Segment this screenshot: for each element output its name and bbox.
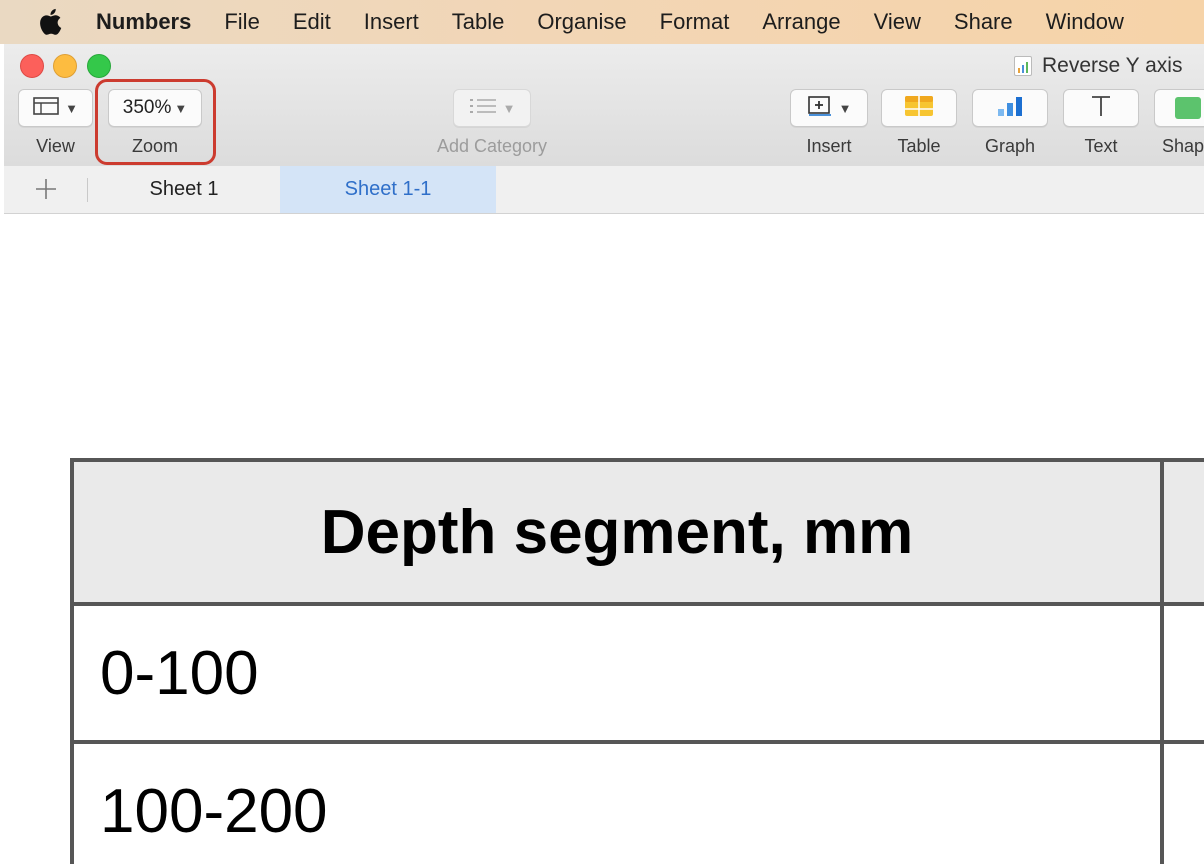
- sheet-tab-bar: Sheet 1 Sheet 1-1: [4, 166, 1204, 214]
- graph-label: Graph: [984, 136, 1036, 156]
- menu-app-numbers[interactable]: Numbers: [96, 9, 191, 35]
- menu-share[interactable]: Share: [954, 9, 1013, 35]
- fullscreen-window-button[interactable]: [87, 54, 111, 78]
- table-row: 0-100: [70, 602, 1204, 744]
- menu-insert[interactable]: Insert: [364, 9, 419, 35]
- data-table: Depth segment, mm 0-100 100-200: [70, 458, 1204, 864]
- menu-format[interactable]: Format: [660, 9, 730, 35]
- window-toolbar: Reverse Y axis ▼ View 350% ▼ Zoom ▼ Add …: [4, 44, 1204, 167]
- sheet-canvas: Depth segment, mm 0-100 100-200: [0, 214, 1204, 864]
- text-label: Text: [1084, 136, 1118, 156]
- add-sheet-plus-icon[interactable]: [33, 176, 59, 202]
- table-row: 100-200: [70, 740, 1204, 864]
- bar-chart-icon: [995, 95, 1025, 122]
- table-header-cell-empty[interactable]: [1160, 458, 1204, 606]
- table-label: Table: [897, 136, 941, 156]
- text-button[interactable]: [1063, 89, 1139, 127]
- zoom-value: 350%: [122, 97, 172, 118]
- table-cell[interactable]: 0-100: [70, 602, 1164, 744]
- menu-edit[interactable]: Edit: [293, 9, 331, 35]
- numbers-document-icon: [1014, 56, 1032, 76]
- graph-button[interactable]: [972, 89, 1048, 127]
- chevron-down-icon: ▼: [838, 100, 852, 116]
- shape-button[interactable]: [1154, 89, 1204, 127]
- category-list-icon: [469, 96, 497, 121]
- tab-divider: [87, 178, 88, 202]
- shape-label: Shape: [1162, 136, 1204, 156]
- document-title-text: Reverse Y axis: [1042, 54, 1183, 77]
- table-grid-icon: [904, 95, 934, 122]
- zoom-dropdown[interactable]: 350% ▼: [108, 89, 202, 127]
- insert-button[interactable]: ▼: [790, 89, 868, 127]
- table-header-row: Depth segment, mm: [70, 458, 1204, 606]
- table-header-cell[interactable]: Depth segment, mm: [70, 458, 1164, 606]
- shape-square-icon: [1175, 97, 1201, 119]
- table-cell-empty[interactable]: [1160, 740, 1204, 864]
- chevron-down-icon: ▼: [174, 100, 188, 116]
- tab-sheet-1-1[interactable]: Sheet 1-1: [280, 166, 496, 213]
- menu-file[interactable]: File: [224, 9, 259, 35]
- sidebar-view-icon: [33, 96, 59, 121]
- table-cell-empty[interactable]: [1160, 602, 1204, 744]
- close-window-button[interactable]: [20, 54, 44, 78]
- chevron-down-icon: ▼: [65, 100, 78, 116]
- zoom-label: Zoom: [131, 136, 178, 156]
- document-title: Reverse Y axis: [1014, 50, 1182, 82]
- chevron-down-icon: ▼: [502, 100, 516, 116]
- add-category-button[interactable]: ▼: [453, 89, 531, 127]
- text-t-icon: [1089, 94, 1113, 123]
- menu-window[interactable]: Window: [1046, 9, 1124, 35]
- insert-plus-box-icon: [807, 95, 833, 122]
- menu-table[interactable]: Table: [452, 9, 505, 35]
- minimize-window-button[interactable]: [53, 54, 77, 78]
- menu-arrange[interactable]: Arrange: [762, 9, 840, 35]
- table-cell[interactable]: 100-200: [70, 740, 1164, 864]
- menu-organise[interactable]: Organise: [537, 9, 626, 35]
- add-category-label: Add Category: [436, 136, 548, 156]
- view-button[interactable]: ▼: [18, 89, 93, 127]
- menu-bar: Numbers File Edit Insert Table Organise …: [0, 0, 1204, 44]
- apple-logo-icon[interactable]: [38, 8, 68, 36]
- menu-view[interactable]: View: [874, 9, 921, 35]
- tab-sheet-1[interactable]: Sheet 1: [104, 166, 264, 213]
- table-button[interactable]: [881, 89, 957, 127]
- view-label: View: [36, 136, 75, 156]
- insert-label: Insert: [806, 136, 852, 156]
